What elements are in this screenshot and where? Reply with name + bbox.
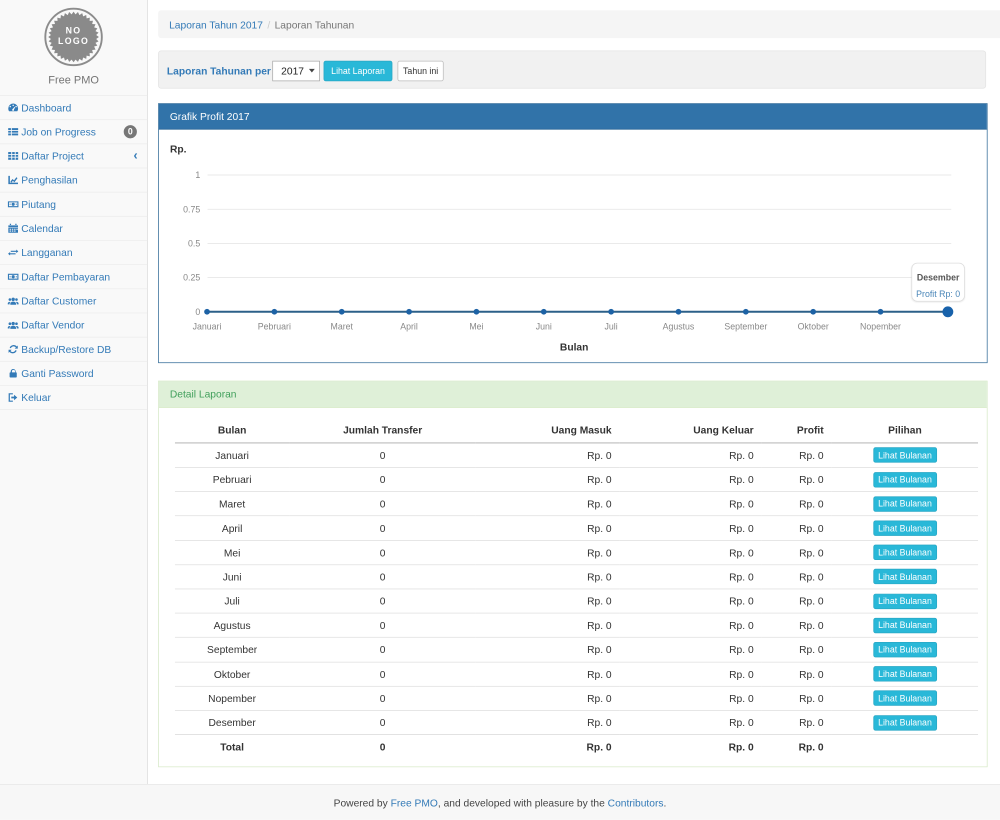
svg-text:Juni: Juni xyxy=(536,322,552,332)
svg-text:1: 1 xyxy=(195,170,200,180)
svg-text:0: 0 xyxy=(195,307,200,317)
svg-text:Pebruari: Pebruari xyxy=(258,322,291,332)
svg-text:Bulan: Bulan xyxy=(560,343,588,354)
svg-text:Juli: Juli xyxy=(605,322,618,332)
svg-text:Maret: Maret xyxy=(331,322,354,332)
svg-text:NO: NO xyxy=(66,25,82,35)
svg-text:Januari: Januari xyxy=(193,322,222,332)
svg-text:Oktober: Oktober xyxy=(798,322,829,332)
svg-text:April: April xyxy=(400,322,418,332)
svg-text:0.25: 0.25 xyxy=(183,273,200,283)
svg-text:Rp.: Rp. xyxy=(170,145,187,156)
svg-text:0.5: 0.5 xyxy=(188,238,200,248)
svg-text:LOGO: LOGO xyxy=(58,36,89,46)
svg-text:Agustus: Agustus xyxy=(663,322,695,332)
svg-text:Mei: Mei xyxy=(469,322,483,332)
svg-text:Nopember: Nopember xyxy=(860,322,901,332)
svg-text:0.75: 0.75 xyxy=(183,204,200,214)
svg-text:September: September xyxy=(724,322,767,332)
